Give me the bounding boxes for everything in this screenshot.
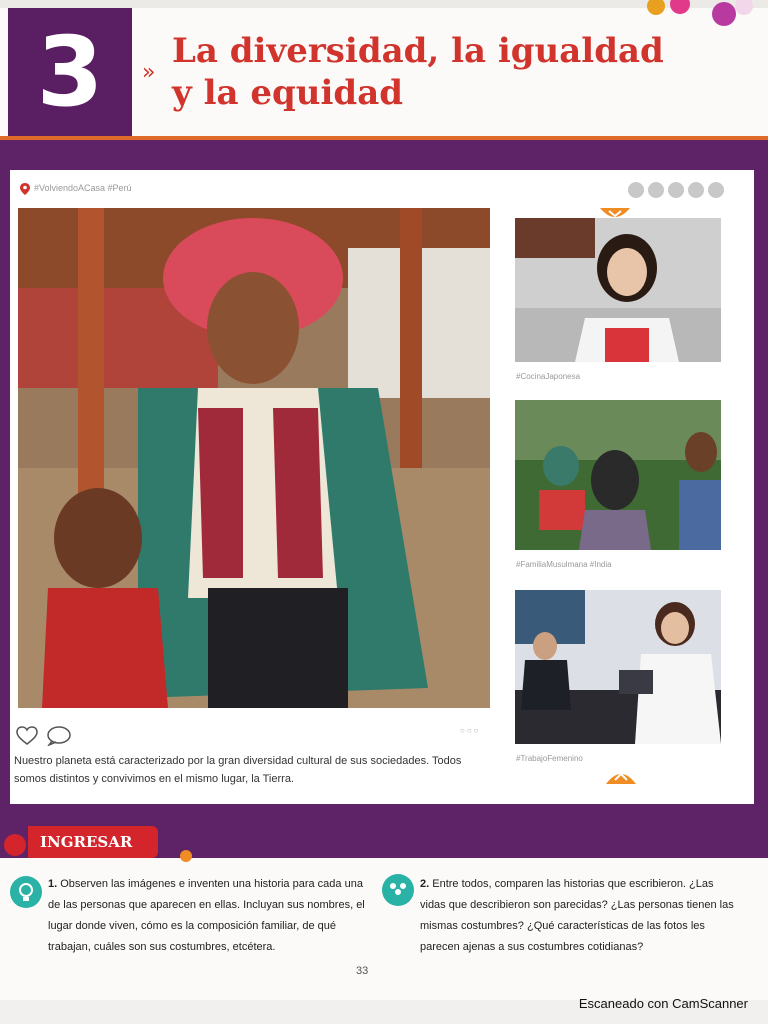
page-number: 33	[356, 965, 369, 977]
section-label-ingresar: INGRESAR	[28, 826, 158, 858]
activity-1: 1. Observen las imágenes e inventen una …	[48, 874, 366, 958]
post-hashtags: #VolviendoACasa #Perú	[34, 183, 132, 193]
message-icon[interactable]	[668, 182, 684, 198]
activity-2-number: 2.	[420, 878, 430, 890]
main-photo-peruvian-woman	[18, 208, 490, 708]
chapter-number-box: 3	[8, 8, 132, 136]
location-pin-icon	[20, 183, 30, 195]
activity-1-text: Observen las imágenes e inventen una his…	[48, 878, 365, 953]
expand-chevron-icon[interactable]	[606, 768, 636, 784]
like-heart-icon[interactable]	[16, 726, 38, 746]
chapter-title: La diversidad, la igualdad y la equidad	[172, 31, 664, 113]
activity-2: 2. Entre todos, comparen las historias q…	[420, 874, 738, 958]
activity-2-text: Entre todos, comparen las historias que …	[420, 878, 734, 953]
heart-icon[interactable]	[688, 182, 704, 198]
side-photo-working-woman	[515, 590, 721, 744]
home-icon[interactable]	[628, 182, 644, 198]
side-post-tag-3: #TrabajoFemenino	[516, 754, 583, 763]
flower-decoration	[647, 0, 753, 26]
activity-1-number: 1.	[48, 878, 58, 890]
side-photo-japanese-cook	[515, 218, 721, 362]
chapter-arrows: »	[142, 60, 156, 85]
side-post-tag-2: #FamiliaMusulmana #India	[516, 560, 612, 569]
band-top-line	[0, 136, 768, 140]
orange-dot	[180, 850, 192, 862]
textbook-page: 3 » La diversidad, la igualdad y la equi…	[0, 0, 768, 1000]
post-caption: Nuestro planeta está caracterizado por l…	[14, 755, 462, 785]
users-icon[interactable]	[648, 182, 664, 198]
lightbulb-icon	[10, 876, 42, 908]
social-icons	[628, 182, 724, 198]
side-photo-muslim-family	[515, 400, 721, 550]
camscanner-footer: Escaneado con CamScanner	[578, 996, 748, 1011]
profile-icon[interactable]	[708, 182, 724, 198]
chapter-number: 3	[36, 16, 104, 128]
group-people-icon	[382, 874, 414, 906]
ingresar-badge-icon	[4, 834, 26, 856]
side-post-tag-1: #CocinaJaponesa	[516, 372, 581, 381]
comment-bubble-icon[interactable]	[46, 726, 72, 746]
pagination-dots: ○○○	[460, 726, 481, 735]
